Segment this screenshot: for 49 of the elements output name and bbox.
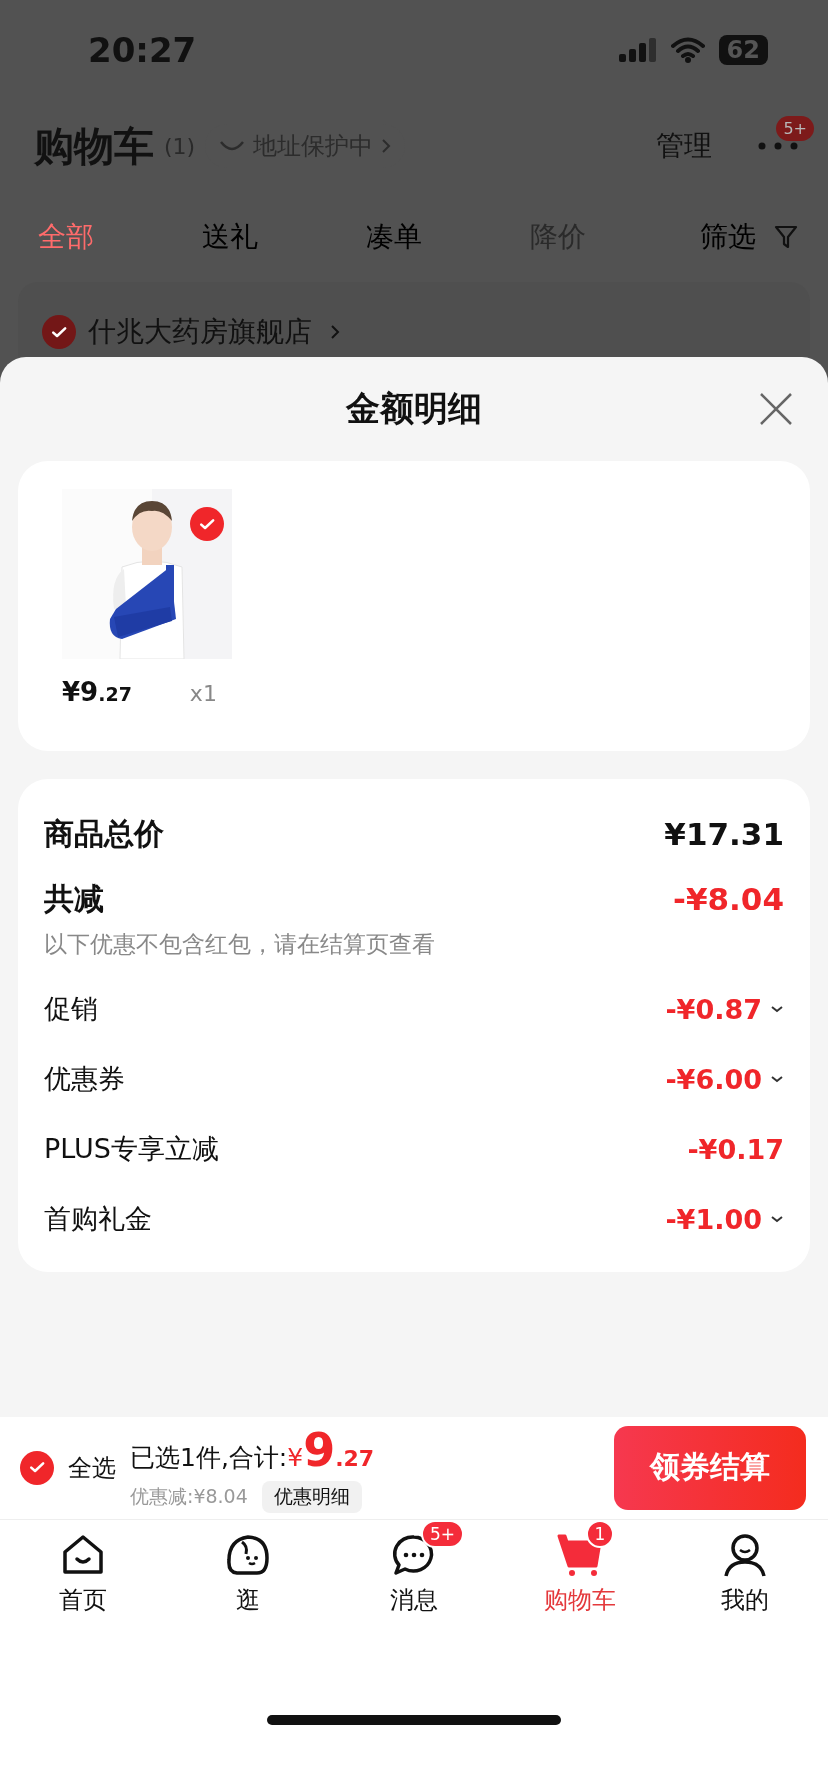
- total-label: 商品总价: [44, 814, 164, 853]
- status-time: 20:27: [88, 30, 198, 70]
- savings-text: 优惠减:¥8.04: [130, 1483, 248, 1509]
- discount-details-button[interactable]: 优惠明细: [261, 1480, 362, 1513]
- chevron-icon[interactable]: [770, 1074, 784, 1084]
- manage-link[interactable]: 管理: [656, 127, 712, 165]
- store-checkbox[interactable]: [42, 315, 76, 349]
- checkout-button[interactable]: 领券结算: [614, 1425, 806, 1510]
- count-badge: 1: [585, 1519, 615, 1548]
- discount-item-label: 促销: [44, 992, 98, 1026]
- discount-amount: -¥0.17: [687, 1133, 784, 1165]
- discount-item-label: 优惠券: [44, 1062, 125, 1096]
- total-value: ¥17.31: [664, 816, 784, 852]
- select-all-checkbox[interactable]: [20, 1450, 54, 1485]
- discount-note: 以下优惠不包含红包，请在结算页查看: [44, 930, 436, 959]
- selected-total: 已选1件,合计:¥9.27: [130, 1422, 376, 1477]
- filter-tab[interactable]: 全部: [38, 218, 202, 256]
- more-icon[interactable]: [758, 142, 798, 150]
- sheet-title: 金额明细: [346, 387, 482, 430]
- quantity: x1: [189, 681, 217, 706]
- filter-tab[interactable]: 送礼: [202, 218, 366, 256]
- filter-tab[interactable]: 凑单: [366, 218, 530, 256]
- nav-tab[interactable]: 消息: [390, 1583, 438, 1616]
- filter-button[interactable]: 筛选: [700, 218, 756, 256]
- wifi-icon: [670, 37, 705, 63]
- discount-item-label: PLUS专享立减: [44, 1132, 219, 1166]
- chevron-icon[interactable]: [770, 1004, 784, 1014]
- discount-item-label: 首购礼金: [44, 1202, 152, 1236]
- signal-icon: [618, 38, 657, 62]
- discount-amount: -¥1.00: [665, 1203, 762, 1235]
- discount-amount: -¥0.87: [665, 993, 762, 1025]
- product-price: ¥9.27: [62, 677, 132, 707]
- select-all-label[interactable]: 全选: [68, 1451, 116, 1484]
- page-title: 购物车: [34, 121, 154, 171]
- close-icon[interactable]: [758, 391, 794, 427]
- nav-tab[interactable]: 首页: [58, 1583, 107, 1616]
- nav-tab[interactable]: 我的: [721, 1583, 770, 1616]
- notification-badge: 5+: [776, 116, 814, 141]
- person-icon: [722, 1531, 769, 1578]
- store-name[interactable]: 什兆大药房旗舰店: [88, 313, 312, 351]
- filter-icon[interactable]: [774, 224, 798, 250]
- discount-label: 共减: [44, 879, 104, 918]
- nav-tab[interactable]: 逛: [236, 1583, 261, 1616]
- battery-level: 62: [718, 35, 768, 65]
- count-badge: 5+: [421, 1519, 465, 1548]
- chevron-icon[interactable]: [770, 1214, 784, 1224]
- nav-tab[interactable]: 购物车: [543, 1583, 616, 1616]
- discount-value: -¥8.04: [673, 881, 784, 917]
- discount-amount: -¥6.00: [665, 1063, 762, 1095]
